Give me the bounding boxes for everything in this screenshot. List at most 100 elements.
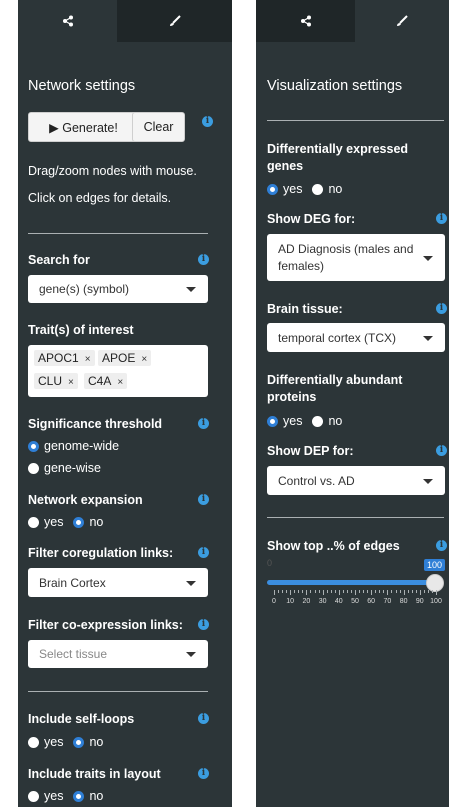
brain-tissue-label: Brain tissue: [267,302,343,316]
slider-track[interactable] [267,580,437,585]
page-title: Network settings [28,78,136,94]
deg-label: Differentially expressed genes [267,142,409,173]
radio-gene-wise[interactable]: gene-wise [28,461,101,475]
remove-tag-icon[interactable]: × [141,354,147,365]
tab-network[interactable] [256,0,355,42]
slider-tick [399,590,401,593]
info-icon[interactable]: i [202,116,213,127]
slider-tick [302,590,304,593]
slider-tick [387,590,389,595]
coexpression-placeholder: Select tissue [39,647,108,661]
info-icon[interactable]: i [198,768,209,779]
deg-radio-group[interactable]: yes no [267,182,342,196]
info-icon[interactable]: i [198,547,209,558]
slider-tick-label: 20 [302,598,311,605]
slider-tick [415,590,417,593]
dap-radio-group[interactable]: yes no [267,414,342,428]
radio-genome-wide[interactable]: genome-wide [28,439,119,453]
info-icon[interactable]: i [198,494,209,505]
slider-tick [350,590,352,593]
right-tabs [256,0,449,42]
info-icon[interactable]: i [198,713,209,724]
info-icon[interactable]: i [436,213,447,224]
expansion-label: Network expansion [28,493,143,507]
divider [28,691,208,692]
divider [267,120,444,121]
show-dep-select[interactable]: Control vs. AD [267,466,445,495]
info-icon[interactable]: i [198,418,209,429]
show-deg-select[interactable]: AD Diagnosis (males and females) [267,234,445,281]
info-icon[interactable]: i [198,254,209,265]
coregulation-value: Brain Cortex [39,575,106,590]
clear-button[interactable]: Clear [132,112,185,142]
traits-label: Trait(s) of interest [28,323,134,337]
slider-tick [294,590,296,593]
slider-tick-label: 10 [286,598,295,605]
left-tabs [18,0,232,42]
radio-icon [28,736,39,748]
slider-tick [363,590,365,593]
trait-tag: C4A × [84,373,128,389]
info-icon[interactable]: i [436,445,447,456]
remove-tag-icon[interactable]: × [68,377,74,388]
chevron-down-icon [186,580,196,586]
slider-tick-label: 0 [272,598,276,605]
coexpression-label: Filter co-expression links: [28,618,183,632]
chevron-down-icon [423,335,433,341]
dap-label: Differentially abundant proteins [267,373,403,404]
slider-tick [338,590,340,595]
traits-layout-radio-group[interactable]: yes no [28,789,103,803]
slider-tick [330,590,332,593]
slider-tick [391,590,393,593]
brain-tissue-select[interactable]: temporal cortex (TCX) [267,323,445,352]
slider-tick [379,590,381,593]
slider-tick [290,590,292,595]
remove-tag-icon[interactable]: × [85,354,91,365]
hint-drag-zoom: Drag/zoom nodes with mouse. [28,164,197,178]
chevron-down-icon [186,652,196,657]
slider-tick [371,590,373,595]
slider-tick [419,590,421,595]
divider [267,517,444,518]
network-settings-panel: Network settings ▶ Generate! Clear i Dra… [18,0,232,807]
self-loops-radio-group[interactable]: yes no [28,735,103,749]
traits-input[interactable]: APOC1 × APOE × CLU × C4A × [28,345,208,397]
info-icon[interactable]: i [436,540,447,551]
generate-button[interactable]: ▶ Generate! [28,112,139,142]
search-for-select[interactable]: gene(s) (symbol) [28,275,208,303]
tab-network[interactable] [18,0,117,42]
paintbrush-icon [169,15,181,26]
slider-tick-label: 50 [351,598,359,605]
radio-icon [73,516,85,528]
divider [28,233,208,234]
coregulation-label: Filter coregulation links: [28,546,174,560]
slider-tick [367,590,369,593]
remove-tag-icon[interactable]: × [117,377,123,388]
slider-tick [383,590,385,593]
slider-tick-label: 90 [415,598,424,605]
coexpression-select[interactable]: Select tissue [28,640,208,668]
info-icon[interactable]: i [198,619,209,630]
slider-tick [310,590,312,593]
tab-visualization[interactable] [117,0,232,42]
radio-icon [73,736,85,748]
trait-tag: APOE × [98,350,152,366]
info-icon[interactable]: i [436,303,447,314]
expansion-radio-group[interactable]: yes no [28,515,103,529]
slider-tick-label: 70 [383,598,392,605]
slider-tick-label: 100 [430,598,442,605]
radio-icon [28,440,39,452]
tab-visualization[interactable] [355,0,449,42]
search-for-value: gene(s) (symbol) [39,282,130,296]
brain-tissue-value: temporal cortex (TCX) [278,330,397,345]
coregulation-select[interactable]: Brain Cortex [28,568,208,597]
slider-tick-label: 30 [318,598,327,605]
slider-tick [306,590,308,595]
slider-tick [318,590,320,593]
slider-tick [346,590,348,593]
slider-tick [359,590,361,593]
self-loops-label: Include self-loops [28,712,135,726]
slider-tick-label: 60 [367,598,376,605]
slider-tick-label: 40 [334,598,343,605]
radio-icon [312,183,324,195]
